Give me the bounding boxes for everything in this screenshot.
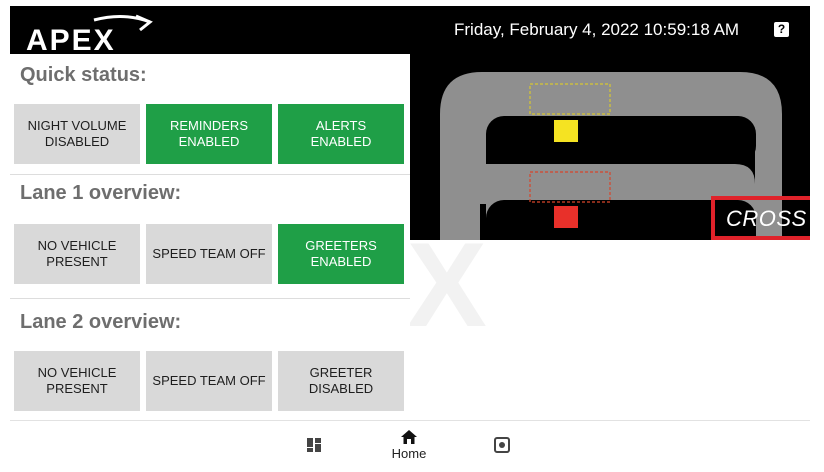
lane2-title: Lane 2 overview: [20,311,182,333]
lane1-speed-team-tile[interactable]: SPEED TEAM OFF [146,224,272,284]
lane1-interior [486,116,756,164]
lane1-vehicle-tile[interactable]: NO VEHICLE PRESENT [14,224,140,284]
lane1-marker [554,120,578,142]
lane2-marker [554,206,578,228]
settings-icon[interactable] [492,437,512,470]
section-divider [10,298,410,299]
home-label: Home [391,446,427,461]
home-icon [401,430,417,444]
lane2-speed-team-tile[interactable]: SPEED TEAM OFF [146,351,272,411]
lane1-greeters-tile[interactable]: GREETERS ENABLED [278,224,404,284]
app-frame: APEX APEX Friday, February 4, 2022 10:59… [10,6,810,470]
cross-label[interactable]: CROSS [726,206,807,232]
help-icon[interactable]: ? [774,22,789,37]
reminders-tile[interactable]: REMINDERS ENABLED [146,104,272,164]
quick-status-title: Quick status: [20,64,147,86]
lane1-title: Lane 1 overview: [20,182,182,204]
datetime-display: Friday, February 4, 2022 10:59:18 AM [454,20,740,39]
section-divider [10,174,410,175]
dashboard-icon[interactable] [304,437,324,470]
lane2-vehicle-tile[interactable]: NO VEHICLE PRESENT [14,351,140,411]
night-volume-tile[interactable]: NIGHT VOLUME DISABLED [14,104,140,164]
svg-text:APEX: APEX [26,24,116,54]
lane2-greeter-tile[interactable]: GREETER DISABLED [278,351,404,411]
status-panel: Quick status: NIGHT VOLUME DISABLED REMI… [10,54,410,420]
bottom-nav: Home [10,420,810,470]
apex-logo: APEX [26,14,153,54]
nav-home[interactable]: Home [384,429,434,470]
alerts-tile[interactable]: ALERTS ENABLED [278,104,404,164]
